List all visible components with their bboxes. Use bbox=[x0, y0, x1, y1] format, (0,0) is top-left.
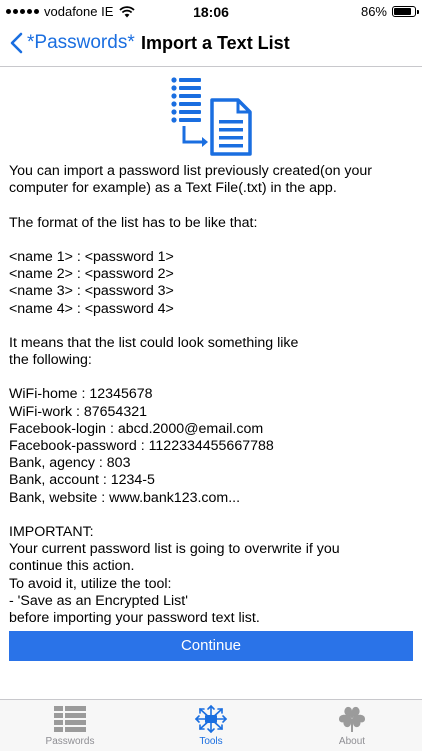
battery-fill bbox=[394, 8, 412, 15]
back-button[interactable]: *Passwords* bbox=[10, 32, 135, 54]
list-icon bbox=[54, 706, 86, 732]
tab-label: Passwords bbox=[45, 736, 95, 747]
text-line: WiFi-work : 87654321 bbox=[9, 403, 147, 420]
text-line: Facebook-password : 1122334455667788 bbox=[9, 438, 274, 454]
text-line: It means that the list could look someth… bbox=[9, 334, 299, 351]
instructions-text: You can import a password list previousl… bbox=[9, 163, 413, 627]
tab-bar: Passwords Tools About bbox=[0, 699, 422, 751]
text-line: - 'Save as an Encrypted List' bbox=[9, 592, 188, 609]
text-line: IMPORTANT: bbox=[9, 523, 94, 540]
text-line: Facebook-login : abcd.2000@email.com bbox=[9, 420, 264, 437]
battery-percent: 86% bbox=[360, 4, 387, 19]
text-line: computer for example) as a Text File(.tx… bbox=[9, 180, 337, 197]
tab-tools[interactable]: Tools bbox=[141, 700, 281, 751]
tab-label: Tools bbox=[199, 736, 223, 747]
status-bar: vodafone IE 18:06 86% bbox=[0, 0, 422, 24]
tab-passwords[interactable]: Passwords bbox=[0, 700, 140, 751]
list-to-document-icon bbox=[171, 77, 252, 156]
continue-button[interactable]: Continue bbox=[9, 631, 413, 661]
text-line: You can import a password list previousl… bbox=[9, 163, 373, 179]
status-time: 18:06 bbox=[193, 4, 229, 20]
text-line: The format of the list has to be like th… bbox=[9, 214, 258, 231]
text-line: Bank, account : 1234-5 bbox=[9, 472, 155, 489]
page-title: Import a Text List bbox=[141, 33, 290, 53]
text-line: <name 4> : <password 4> bbox=[9, 300, 174, 317]
text-line: WiFi-home : 12345678 bbox=[9, 386, 153, 403]
text-line: Your current password list is going to o… bbox=[9, 541, 340, 558]
text-line: Bank, website : www.bank123.com... bbox=[9, 489, 241, 506]
text-line: To avoid it, utilize the tool: bbox=[9, 575, 172, 592]
back-label: *Passwords* bbox=[27, 32, 135, 53]
tab-label: About bbox=[338, 736, 366, 747]
text-line: <name 2> : <password 2> bbox=[9, 266, 174, 283]
text-line: <name 3> : <password 3> bbox=[9, 283, 174, 300]
text-line: Bank, agency : 803 bbox=[9, 455, 131, 472]
navigation-bar: *Passwords* Import a Text List bbox=[0, 24, 422, 67]
status-right: 86% bbox=[360, 4, 419, 19]
text-line: continue this action. bbox=[9, 558, 135, 575]
battery-icon bbox=[392, 6, 419, 17]
clover-icon bbox=[339, 706, 365, 732]
text-line: <name 1> : <password 1> bbox=[9, 248, 174, 265]
text-line: the following: bbox=[9, 352, 92, 369]
tools-icon bbox=[194, 704, 228, 734]
chevron-left-icon bbox=[10, 32, 23, 54]
tab-about[interactable]: About bbox=[282, 700, 422, 751]
text-line: before importing your password text list… bbox=[9, 609, 260, 626]
